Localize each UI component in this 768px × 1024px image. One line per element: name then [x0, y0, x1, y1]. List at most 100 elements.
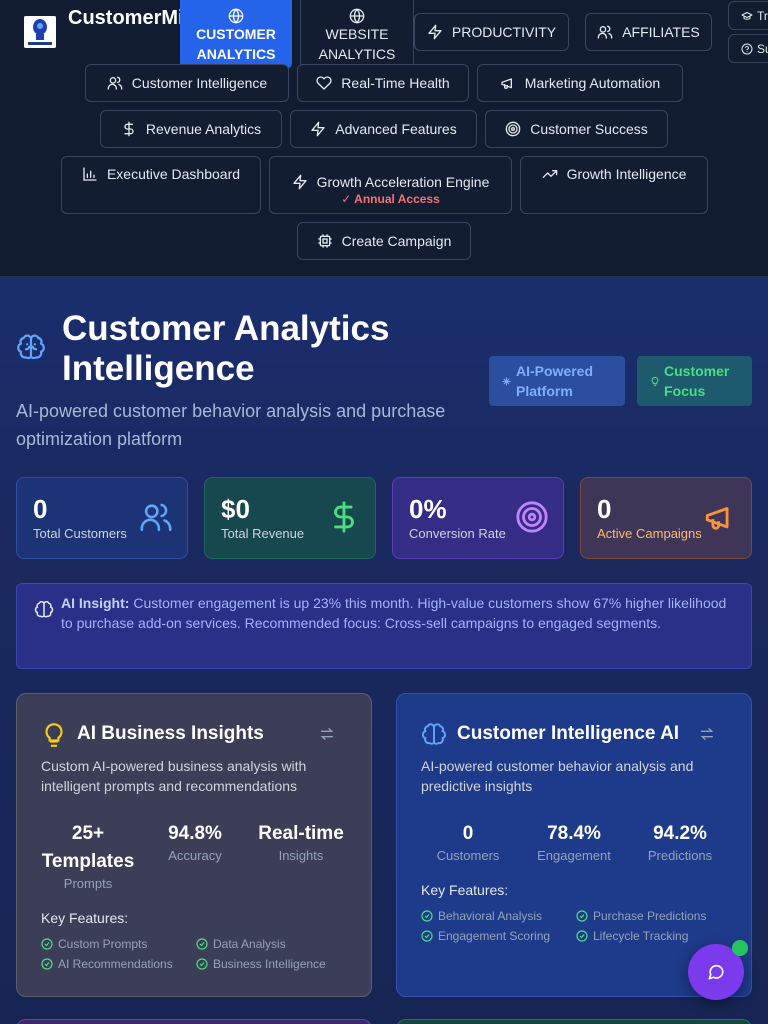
metric-label: Predictions	[647, 848, 713, 863]
feature-item: Data Analysis	[196, 937, 286, 951]
stat-value: $0	[221, 494, 250, 524]
brain-icon	[421, 723, 447, 745]
message-circle-icon	[708, 964, 724, 980]
heart-icon	[316, 76, 332, 90]
badge-label: AI-Powered Platform	[516, 363, 594, 399]
nav-support[interactable]: Su	[728, 34, 768, 63]
tab-customer-analytics[interactable]: CUSTOMER ANALYTICS	[180, 0, 292, 69]
metric-label: Accuracy	[168, 848, 222, 863]
card-title: AI Business Insights	[77, 723, 264, 744]
tab-label: PRODUCTIVITY	[451, 24, 557, 40]
nav-revenue-analytics[interactable]: Revenue Analytics	[100, 110, 282, 148]
sparkles-icon	[502, 377, 511, 386]
nav-training[interactable]: Tr	[728, 1, 768, 30]
nav-customer-success[interactable]: Customer Success	[485, 110, 668, 148]
main-content: Customer Analytics Intelligence AI-power…	[0, 277, 768, 1024]
target-icon	[505, 121, 521, 137]
nav-growth-intelligence[interactable]: Growth Intelligence	[520, 156, 708, 214]
page-title: Customer Analytics Intelligence	[62, 309, 389, 389]
nav-real-time-health[interactable]: Real-Time Health	[297, 64, 469, 102]
metric-value: 25+ Templates	[41, 823, 135, 872]
ai-insight-banner: AI Insight: Customer engagement is up 23…	[16, 583, 752, 669]
swap-icon[interactable]	[699, 726, 715, 742]
create-campaign-button[interactable]: Create Campaign	[297, 222, 471, 260]
metric-label: Prompts	[63, 876, 113, 891]
tab-website-analytics[interactable]: WEBSITE ANALYTICS	[300, 0, 414, 69]
ai-business-insights-card[interactable]: AI Business Insights Custom AI-powered b…	[16, 693, 372, 997]
tab-label: WEBSITE ANALYTICS	[318, 26, 396, 62]
nav-executive-dashboard[interactable]: Executive Dashboard	[61, 156, 261, 214]
metric-value: 94.8%	[168, 823, 222, 844]
zap-icon	[292, 174, 307, 189]
feature-label: Data Analysis	[213, 937, 286, 951]
card-description: AI-powered customer behavior analysis an…	[421, 758, 694, 794]
nav-advanced-features[interactable]: Advanced Features	[290, 110, 477, 148]
features-heading: Key Features:	[41, 910, 129, 926]
nav-label: Create Campaign	[341, 233, 452, 249]
chat-status-dot	[732, 940, 748, 956]
features-heading: Key Features:	[421, 882, 509, 898]
nav-label: Customer Intelligence	[131, 75, 268, 91]
feature-item: Purchase Predictions	[576, 909, 706, 923]
feature-item: AI Recommendations	[41, 957, 173, 971]
stat-card-total-customers: 0 Total Customers	[16, 477, 188, 559]
feature-item: Business Intelligence	[196, 957, 326, 971]
check-circle-icon	[196, 938, 208, 950]
zap-icon	[311, 121, 325, 137]
check-circle-icon	[576, 930, 588, 942]
brain-icon	[34, 601, 54, 618]
brand-logo[interactable]	[24, 16, 56, 48]
check-circle-icon	[41, 958, 53, 970]
annual-access-badge: ✓ Annual Access	[341, 191, 440, 206]
next-card-partial	[16, 1019, 372, 1024]
check-circle-icon	[196, 958, 208, 970]
tab-productivity[interactable]: PRODUCTIVITY	[414, 13, 569, 51]
ai-insight-label: AI Insight:	[61, 595, 130, 611]
stat-card-total-revenue: $0 Total Revenue	[204, 477, 376, 559]
metric-value: 0	[462, 823, 474, 844]
swap-icon[interactable]	[319, 726, 335, 742]
feature-label: Behavioral Analysis	[438, 909, 543, 923]
top-navigation: CustomerMind IQ CUSTOMER ANALYTICS WEBSI…	[0, 0, 768, 277]
metric-label: Insights	[278, 848, 324, 863]
bar-chart-icon	[83, 167, 97, 181]
globe-icon	[349, 8, 365, 24]
metric-value: 78.4%	[547, 823, 601, 844]
tab-affiliates[interactable]: AFFILIATES	[585, 13, 712, 51]
tab-label: CUSTOMER ANALYTICS	[196, 26, 276, 62]
card-description: Custom AI-powered business analysis with…	[41, 758, 307, 794]
trending-up-icon	[542, 170, 557, 178]
brain-icon	[228, 8, 244, 24]
megaphone-icon	[705, 507, 729, 530]
page-title-line: Customer Analytics	[62, 309, 390, 348]
stat-label: Total Customers	[33, 526, 127, 541]
stat-value: 0%	[409, 494, 447, 524]
nav-label: Marketing Automation	[524, 75, 661, 91]
nav-label-row: Growth Acceleration Engine	[292, 174, 489, 190]
check-circle-icon	[421, 910, 433, 922]
nav-label: Revenue Analytics	[145, 121, 262, 137]
zap-icon	[428, 24, 442, 40]
megaphone-icon	[501, 78, 512, 89]
cpu-icon	[317, 234, 332, 248]
dollar-sign-icon	[124, 121, 134, 137]
feature-label: Lifecycle Tracking	[593, 929, 689, 943]
nav-marketing-automation[interactable]: Marketing Automation	[477, 64, 683, 102]
graduation-cap-icon	[741, 11, 753, 20]
stat-card-active-campaigns: 0 Active Campaigns	[580, 477, 752, 559]
nav-label: Customer Success	[530, 121, 648, 137]
nav-label: Real-Time Health	[341, 75, 450, 91]
nav-growth-acceleration-engine[interactable]: Growth Acceleration Engine ✓ Annual Acce…	[269, 156, 512, 214]
ai-insight-text: AI Insight: Customer engagement is up 23…	[61, 593, 731, 633]
brand-name[interactable]: CustomerMind IQ	[68, 4, 182, 60]
feature-label: Business Intelligence	[213, 957, 326, 971]
feature-label: AI Recommendations	[58, 957, 173, 971]
page-title-line: Intelligence	[62, 349, 255, 388]
ai-powered-badge: AI-Powered Platform	[489, 356, 625, 406]
card-title: Customer Intelligence AI	[457, 723, 680, 744]
nav-customer-intelligence[interactable]: Customer Intelligence	[85, 64, 289, 102]
stat-value: 0	[597, 494, 612, 524]
brain-icon	[17, 334, 45, 360]
nav-support-label: Su	[757, 41, 768, 56]
stat-card-conversion-rate: 0% Conversion Rate	[392, 477, 564, 559]
